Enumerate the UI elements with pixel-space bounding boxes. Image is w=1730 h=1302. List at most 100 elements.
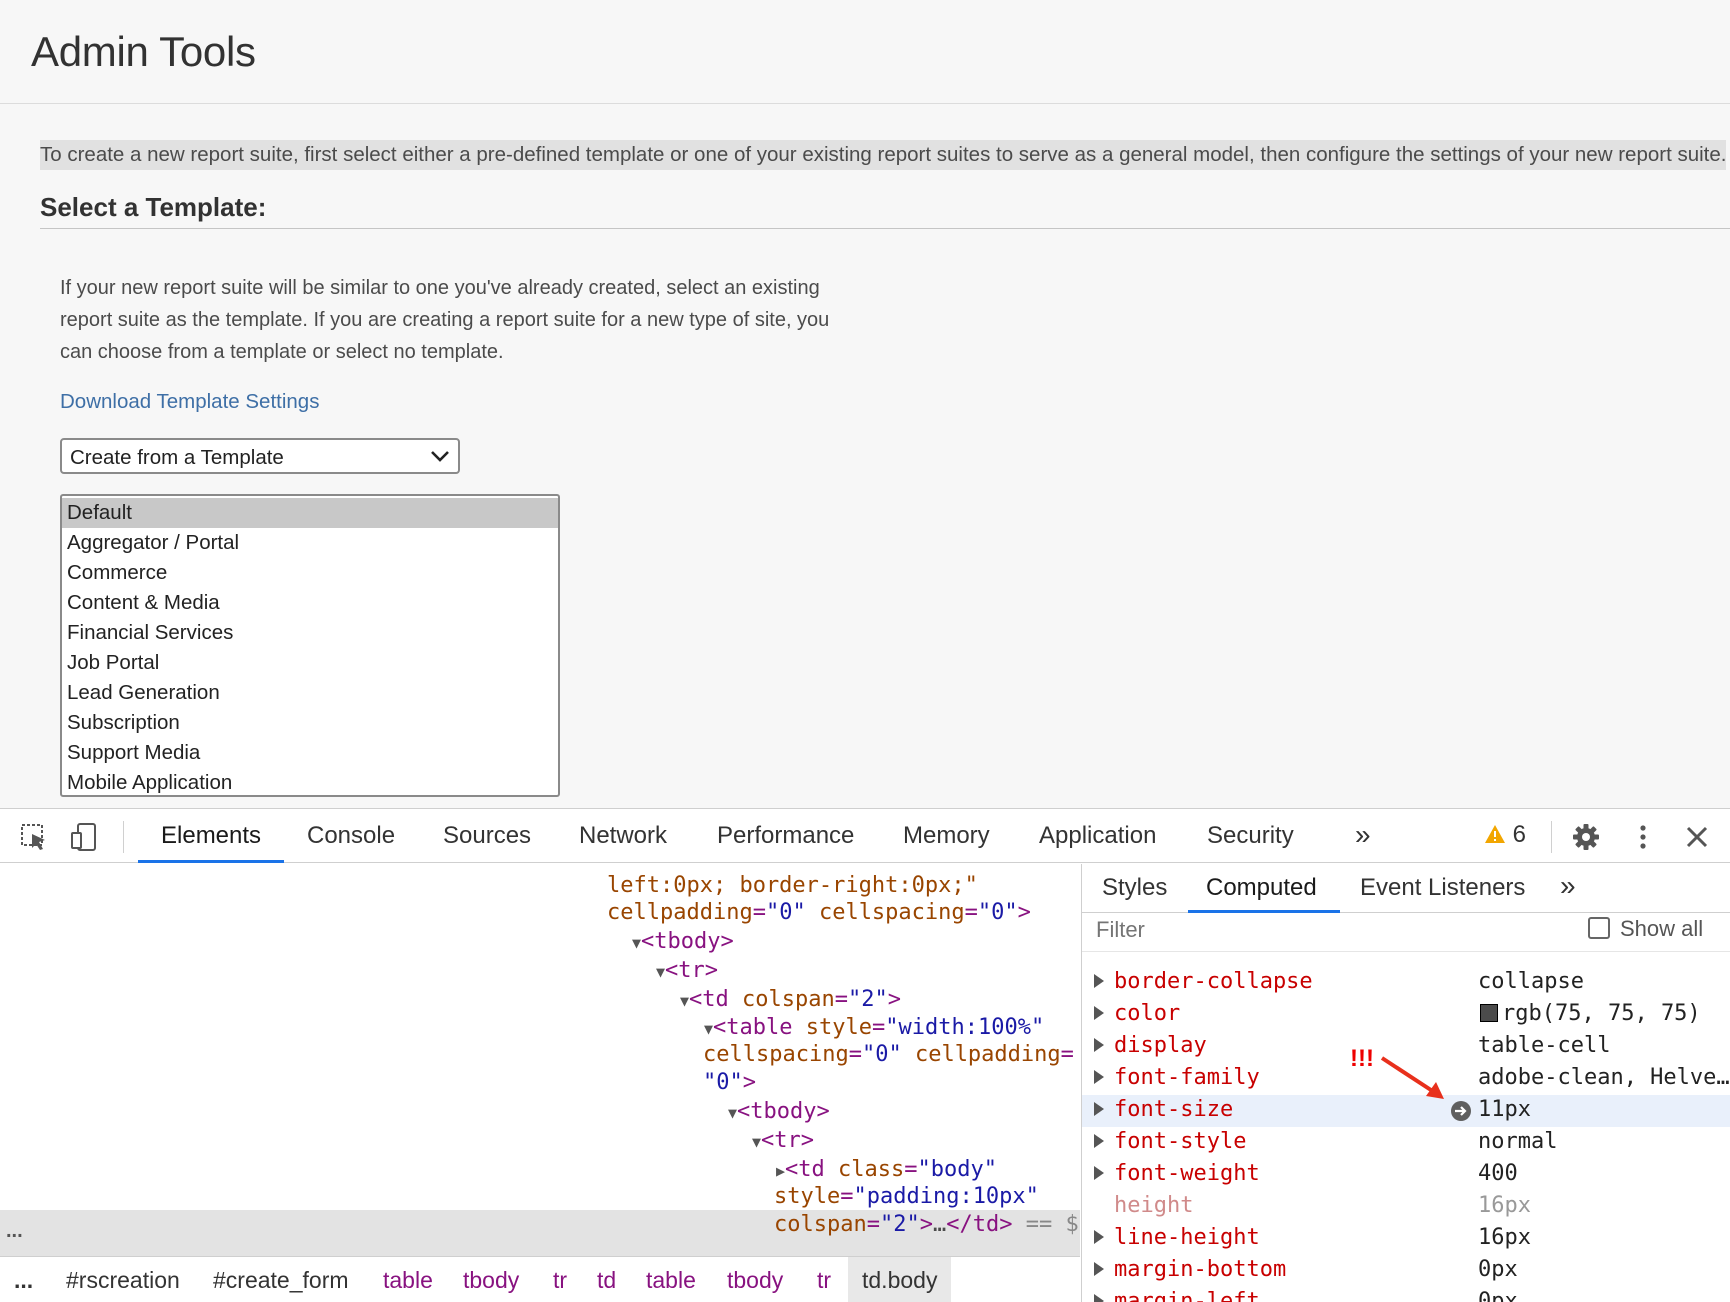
template-option[interactable]: Mobile Application xyxy=(62,768,558,795)
expand-triangle-icon[interactable] xyxy=(1094,1006,1104,1020)
expand-triangle-icon[interactable] xyxy=(1094,1070,1104,1084)
expand-triangle-icon[interactable] xyxy=(1094,1038,1104,1052)
template-option[interactable]: Content & Media xyxy=(62,588,558,618)
breadcrumb-item[interactable]: tbody xyxy=(727,1267,783,1294)
color-swatch[interactable] xyxy=(1480,1004,1498,1022)
template-option[interactable]: Subscription xyxy=(62,708,558,738)
expand-triangle-icon[interactable] xyxy=(1094,1262,1104,1276)
show-all-toggle[interactable]: Show all xyxy=(1588,916,1703,942)
template-listbox[interactable]: Default Aggregator / Portal Commerce Con… xyxy=(60,494,560,797)
tab-sources[interactable]: Sources xyxy=(443,822,531,850)
template-option[interactable]: Commerce xyxy=(62,558,558,588)
tab-application[interactable]: Application xyxy=(1039,822,1156,850)
show-all-checkbox[interactable] xyxy=(1588,917,1610,939)
tab-network[interactable]: Network xyxy=(579,822,667,850)
computed-property-row[interactable]: font-style normal xyxy=(1082,1127,1730,1159)
filter-input[interactable] xyxy=(1096,916,1526,944)
show-all-label: Show all xyxy=(1620,916,1704,941)
device-toolbar-icon[interactable] xyxy=(68,821,100,853)
dom-node-td-body[interactable]: ▶<td class="body" xyxy=(776,1157,997,1182)
expand-triangle-icon[interactable] xyxy=(1094,1230,1104,1244)
template-source-select[interactable]: Create from a Template xyxy=(60,438,460,474)
property-value: 0px xyxy=(1478,1289,1518,1302)
tab-performance[interactable]: Performance xyxy=(717,822,854,850)
toolbar-divider xyxy=(123,821,124,853)
computed-property-row[interactable]: border-collapse collapse xyxy=(1082,967,1730,999)
breadcrumb-item[interactable]: table xyxy=(646,1267,696,1294)
breadcrumb-item[interactable]: #create_form xyxy=(213,1267,349,1294)
dom-tag: td xyxy=(798,1157,825,1182)
warnings-badge[interactable]: 6 xyxy=(1484,821,1526,849)
template-option[interactable]: Aggregator / Portal xyxy=(62,528,558,558)
computed-property-row[interactable]: margin-left 0px xyxy=(1082,1287,1730,1302)
dom-line[interactable]: left:0px; border-right:0px;" xyxy=(607,873,978,898)
computed-property-row-inherited[interactable]: height 16px xyxy=(1082,1191,1730,1223)
template-option[interactable]: Support Media xyxy=(62,738,558,768)
breadcrumb-item[interactable]: table xyxy=(383,1267,433,1294)
tab-computed[interactable]: Computed xyxy=(1206,874,1317,902)
more-sidebar-tabs-button[interactable]: » xyxy=(1560,870,1576,902)
computed-property-row[interactable]: font-weight 400 xyxy=(1082,1159,1730,1191)
tab-memory[interactable]: Memory xyxy=(903,822,990,850)
collapsed-ellipsis[interactable]: … xyxy=(933,1212,946,1237)
tab-styles[interactable]: Styles xyxy=(1102,874,1167,902)
property-value: collapse xyxy=(1478,969,1584,994)
dom-attr-name: cellpadding xyxy=(914,1042,1061,1067)
gear-icon[interactable] xyxy=(1570,821,1602,853)
section-divider xyxy=(40,228,1730,229)
more-options-icon[interactable] xyxy=(1627,821,1659,853)
breadcrumb-item[interactable]: tr xyxy=(553,1267,567,1294)
devtools-panel: Elements Console Sources Network Perform… xyxy=(0,808,1730,1302)
property-name: display xyxy=(1114,1033,1207,1058)
property-value: 0px xyxy=(1478,1257,1518,1282)
tab-event-listeners[interactable]: Event Listeners xyxy=(1360,874,1525,902)
dom-line[interactable]: style="padding:10px" xyxy=(774,1184,1039,1209)
dom-node-tbody[interactable]: ▼<tbody> xyxy=(632,929,734,954)
expand-triangle-icon[interactable] xyxy=(1094,1134,1104,1148)
more-tabs-button[interactable]: » xyxy=(1355,819,1371,851)
node-actions-dots[interactable]: ... xyxy=(6,1220,23,1243)
annotation-exclamation: !!! xyxy=(1350,1045,1374,1072)
inspect-element-icon[interactable] xyxy=(18,821,50,853)
property-name: font-style xyxy=(1114,1129,1247,1154)
dom-line[interactable]: cellpadding="0" cellspacing="0"> xyxy=(607,900,1031,925)
go-to-rule-icon[interactable] xyxy=(1450,1100,1472,1122)
property-value: 400 xyxy=(1478,1161,1518,1186)
expand-triangle-icon[interactable] xyxy=(1094,1102,1104,1116)
template-option[interactable]: Job Portal xyxy=(62,648,558,678)
warning-icon xyxy=(1485,825,1505,843)
breadcrumb-item-current[interactable]: td.body xyxy=(848,1257,952,1302)
dom-node-table[interactable]: ▼<table style="width:100%" xyxy=(704,1015,1044,1040)
tab-console[interactable]: Console xyxy=(307,822,395,850)
close-icon[interactable] xyxy=(1681,821,1713,853)
dom-line[interactable]: cellspacing="0" cellpadding= xyxy=(703,1042,1074,1067)
breadcrumb-item[interactable]: #rscreation xyxy=(66,1267,180,1294)
computed-property-row[interactable]: margin-bottom 0px xyxy=(1082,1255,1730,1287)
tab-security[interactable]: Security xyxy=(1207,822,1294,850)
download-template-settings-link[interactable]: Download Template Settings xyxy=(60,390,319,414)
expand-triangle-icon[interactable] xyxy=(1094,1166,1104,1180)
template-option[interactable]: Lead Generation xyxy=(62,678,558,708)
dom-node-tbody[interactable]: ▼<tbody> xyxy=(728,1099,830,1124)
dom-node-tr[interactable]: ▼<tr> xyxy=(656,958,718,983)
template-option[interactable]: Financial Services xyxy=(62,618,558,648)
breadcrumb-more[interactable]: ... xyxy=(14,1267,33,1294)
computed-property-row[interactable]: color rgb(75, 75, 75) xyxy=(1082,999,1730,1031)
template-option[interactable]: Default xyxy=(62,498,558,528)
breadcrumb-item[interactable]: td xyxy=(597,1267,616,1294)
dom-line[interactable]: colspan="2">…</td> == $0 xyxy=(774,1212,1080,1237)
breadcrumb-item[interactable]: tbody xyxy=(463,1267,519,1294)
dom-node-tr[interactable]: ▼<tr> xyxy=(752,1128,814,1153)
breadcrumb-item[interactable]: tr xyxy=(817,1267,831,1294)
annotation-arrow-icon xyxy=(1380,1056,1444,1099)
tab-elements[interactable]: Elements xyxy=(161,822,261,850)
elements-tree[interactable]: ... left:0px; border-right:0px;" cellpad… xyxy=(0,864,1080,1259)
dom-line[interactable]: "0"> xyxy=(703,1070,756,1095)
filter-row: Show all xyxy=(1082,914,1730,952)
computed-property-row[interactable]: line-height 16px xyxy=(1082,1223,1730,1255)
dom-node-td[interactable]: ▼<td colspan="2"> xyxy=(680,987,901,1012)
sidebar-tabbar: Styles Computed Event Listeners » xyxy=(1082,864,1730,913)
expand-triangle-icon[interactable] xyxy=(1094,1294,1104,1302)
dom-tag: tbody xyxy=(750,1099,817,1124)
expand-triangle-icon[interactable] xyxy=(1094,974,1104,988)
